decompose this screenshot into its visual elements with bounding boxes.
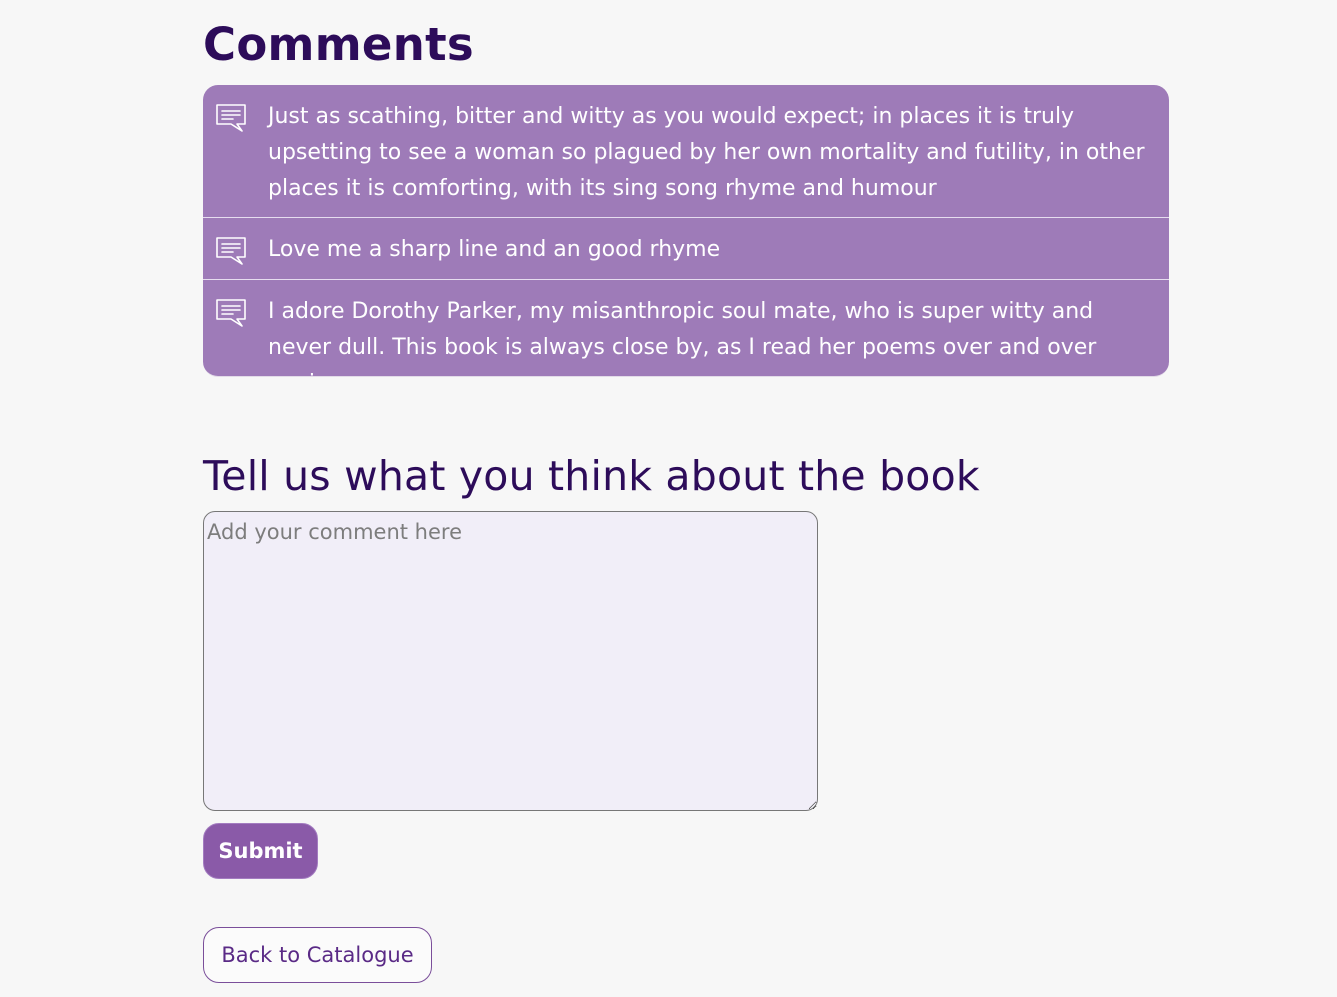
comment-text: Just as scathing, bitter and witty as yo…: [268, 104, 1145, 201]
comment-item: Love me a sharp line and an good rhyme: [203, 217, 1169, 279]
feedback-heading: Tell us what you think about the book: [203, 452, 980, 500]
comment-icon: [216, 237, 246, 265]
back-to-catalogue-link[interactable]: Back to Catalogue: [203, 927, 432, 983]
comment-item: Just as scathing, bitter and witty as yo…: [203, 85, 1169, 217]
comment-icon: [216, 299, 246, 327]
comment-icon: [216, 104, 246, 132]
comment-text: I adore Dorothy Parker, my misanthropic …: [268, 299, 1097, 376]
comment-textarea[interactable]: [203, 511, 818, 811]
comment-text: Love me a sharp line and an good rhyme: [268, 237, 721, 262]
submit-button[interactable]: Submit: [203, 823, 318, 879]
comment-list: Just as scathing, bitter and witty as yo…: [203, 85, 1169, 377]
comment-item: I adore Dorothy Parker, my misanthropic …: [203, 279, 1169, 376]
comments-heading: Comments: [203, 18, 474, 71]
